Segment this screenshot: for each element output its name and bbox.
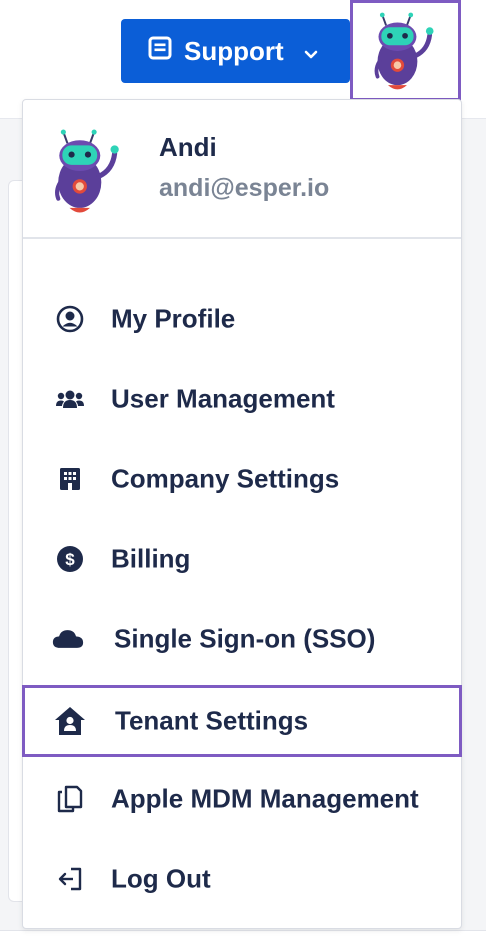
copy-icon: [54, 783, 86, 815]
menu-item-log-out[interactable]: Log Out: [23, 843, 461, 915]
support-button[interactable]: Support: [121, 19, 350, 83]
menu-item-label: User Management: [111, 383, 335, 414]
svg-text:$: $: [65, 550, 75, 569]
menu-item-tenant-settings[interactable]: Tenant Settings: [22, 685, 462, 757]
menu-item-label: Log Out: [111, 863, 211, 894]
account-dropdown-menu: Andi andi@esper.io My Profile User Manag…: [22, 99, 462, 929]
menu-item-company-settings[interactable]: Company Settings: [23, 443, 461, 515]
robot-avatar-icon: [55, 129, 119, 213]
dollar-circle-icon: $: [54, 543, 86, 575]
menu-item-label: Tenant Settings: [115, 705, 309, 736]
user-email: andi@esper.io: [159, 174, 330, 202]
receipt-icon: [148, 36, 172, 67]
user-name: Andi: [159, 132, 217, 162]
user-circle-icon: [54, 303, 86, 335]
user-avatar: [49, 128, 129, 219]
users-icon: [54, 383, 86, 415]
user-info: Andi andi@esper.io: [23, 100, 461, 239]
account-avatar-button[interactable]: [350, 0, 461, 101]
menu-item-label: Single Sign-on (SSO): [114, 623, 376, 654]
menu-item-label: Billing: [111, 543, 191, 574]
house-user-icon: [54, 705, 86, 737]
robot-avatar-icon: [374, 12, 434, 89]
menu-item-label: Apple MDM Management: [111, 783, 419, 814]
cloud-icon: [52, 623, 84, 655]
menu-item-apple-mdm-management[interactable]: Apple MDM Management: [23, 763, 461, 835]
menu-item-label: My Profile: [111, 303, 236, 334]
menu-item-billing[interactable]: $ Billing: [23, 523, 461, 595]
menu-item-my-profile[interactable]: My Profile: [23, 283, 461, 355]
building-icon: [54, 463, 86, 495]
menu-item-user-management[interactable]: User Management: [23, 363, 461, 435]
menu-item-single-sign-on[interactable]: Single Sign-on (SSO): [23, 603, 461, 675]
chevron-down-icon: [304, 36, 318, 67]
support-label: Support: [184, 35, 284, 66]
background-strip: [0, 930, 486, 949]
logout-icon: [54, 863, 86, 895]
menu-item-label: Company Settings: [111, 463, 340, 494]
